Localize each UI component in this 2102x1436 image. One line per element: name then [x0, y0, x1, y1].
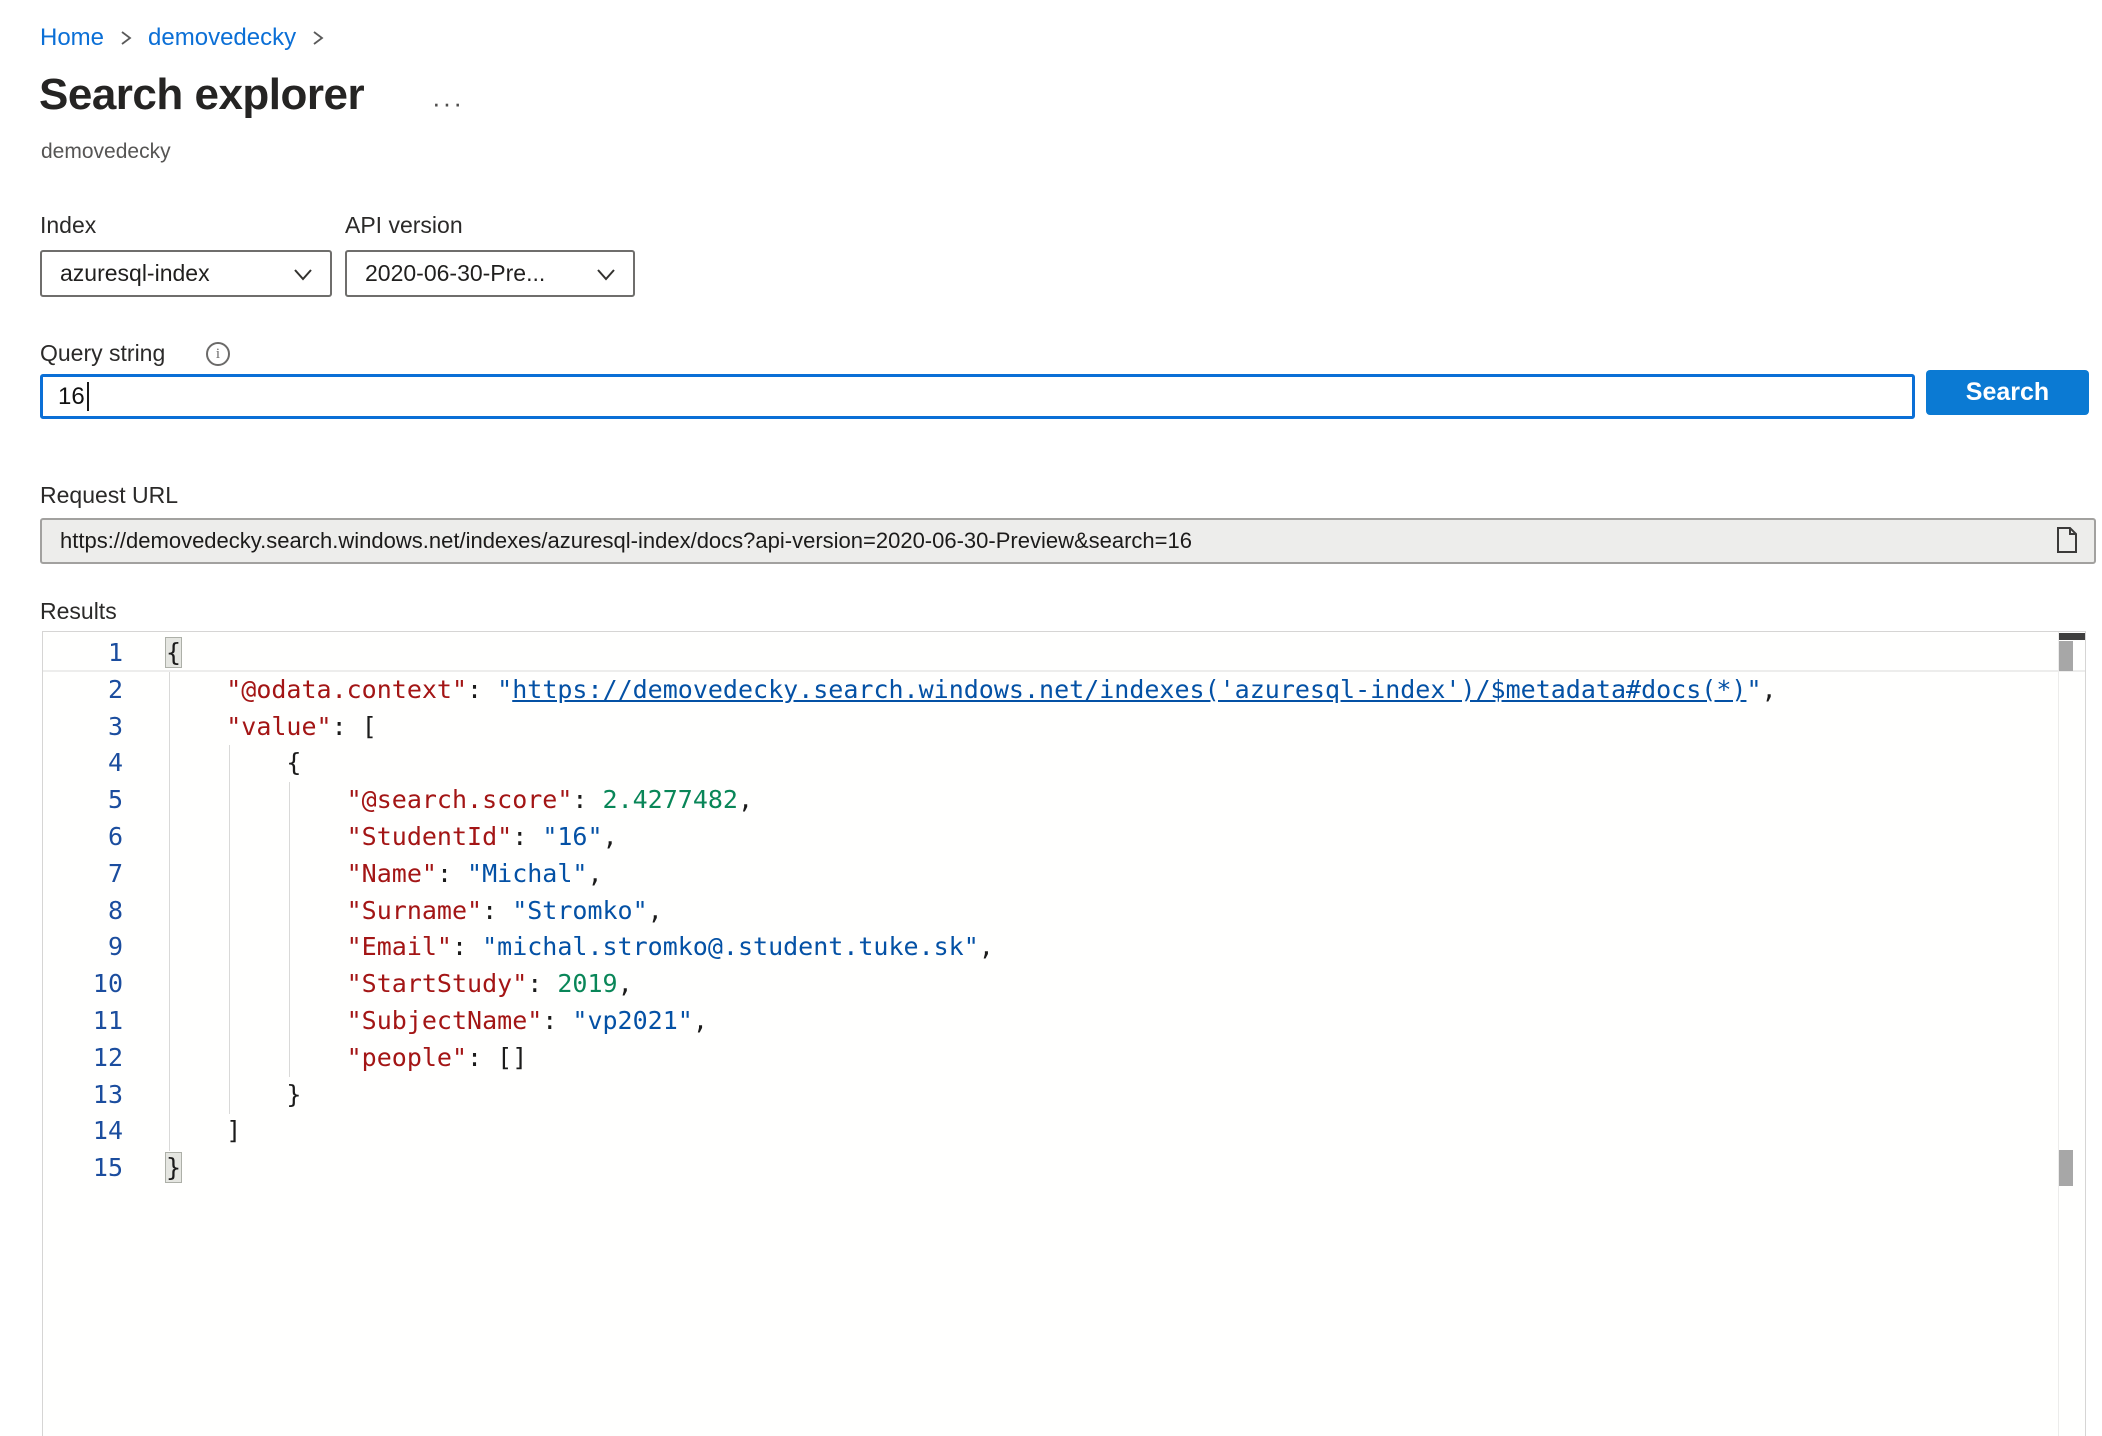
- indent-guide: [289, 782, 290, 1077]
- results-editor-lines: 1{2 "@odata.context": "https://demovedec…: [43, 632, 2085, 1187]
- request-url-label: Request URL: [40, 482, 178, 509]
- line-number: 12: [43, 1040, 123, 1077]
- results-editor[interactable]: 1{2 "@odata.context": "https://demovedec…: [42, 631, 2086, 1436]
- code-text: "people": []: [123, 1040, 527, 1077]
- text-cursor: [87, 382, 89, 411]
- index-select[interactable]: azuresql-index: [40, 250, 332, 297]
- indent-guide: [169, 672, 170, 1151]
- chevron-down-icon: [290, 261, 316, 287]
- query-string-label: Query string: [40, 340, 165, 367]
- code-text: "Email": "michal.stromko@.student.tuke.s…: [123, 929, 994, 966]
- code-line: 12 "people": []: [43, 1040, 2085, 1077]
- query-string-value: 16: [58, 383, 85, 411]
- index-select-value: azuresql-index: [60, 260, 210, 287]
- code-text: "StudentId": "16",: [123, 819, 618, 856]
- code-text: "Surname": "Stromko",: [123, 893, 663, 930]
- code-line: 2 "@odata.context": "https://demovedecky…: [43, 672, 2085, 709]
- code-line: 1{: [43, 635, 2085, 672]
- overview-ruler-bracket-mark: [2059, 641, 2073, 671]
- line-number: 5: [43, 782, 123, 819]
- code-line: 15}: [43, 1150, 2085, 1187]
- overview-ruler-bracket-mark: [2059, 1150, 2073, 1186]
- code-line: 11 "SubjectName": "vp2021",: [43, 1003, 2085, 1040]
- search-explorer-page: Home demovedecky Search explorer ··· dem…: [0, 0, 2102, 1436]
- api-version-select[interactable]: 2020-06-30-Pre...: [345, 250, 635, 297]
- indent-guide: [229, 745, 230, 1114]
- code-line: 8 "Surname": "Stromko",: [43, 893, 2085, 930]
- code-text: }: [123, 1150, 181, 1187]
- line-number: 15: [43, 1150, 123, 1187]
- code-line: 10 "StartStudy": 2019,: [43, 966, 2085, 1003]
- code-line: 13 }: [43, 1077, 2085, 1114]
- line-number: 2: [43, 672, 123, 709]
- code-line: 5 "@search.score": 2.4277482,: [43, 782, 2085, 819]
- line-number: 1: [43, 635, 123, 670]
- code-line: 4 {: [43, 745, 2085, 782]
- chevron-right-icon: [310, 26, 326, 50]
- line-number: 7: [43, 856, 123, 893]
- code-text: ]: [123, 1113, 241, 1150]
- code-line: 14 ]: [43, 1113, 2085, 1150]
- line-number: 13: [43, 1077, 123, 1114]
- overview-ruler-cursor-mark: [2059, 633, 2086, 640]
- query-string-input[interactable]: 16: [40, 374, 1915, 419]
- line-number: 14: [43, 1113, 123, 1150]
- copy-icon[interactable]: [2054, 526, 2080, 556]
- page-subtitle: demovedecky: [41, 140, 171, 164]
- line-number: 9: [43, 929, 123, 966]
- more-menu-button[interactable]: ···: [432, 88, 464, 119]
- results-label: Results: [40, 598, 117, 625]
- code-text: "@search.score": 2.4277482,: [123, 782, 753, 819]
- request-url-field: https://demovedecky.search.windows.net/i…: [40, 518, 2096, 564]
- page-title: Search explorer: [39, 70, 364, 120]
- line-number: 6: [43, 819, 123, 856]
- api-version-select-value: 2020-06-30-Pre...: [365, 260, 545, 287]
- code-text: }: [123, 1077, 301, 1114]
- breadcrumb-demovedecky-link[interactable]: demovedecky: [148, 24, 296, 52]
- code-text: "@odata.context": "https://demovedecky.s…: [123, 672, 1777, 709]
- code-line: 7 "Name": "Michal",: [43, 856, 2085, 893]
- line-number: 11: [43, 1003, 123, 1040]
- code-text: "SubjectName": "vp2021",: [123, 1003, 708, 1040]
- code-text: {: [123, 745, 301, 782]
- line-number: 10: [43, 966, 123, 1003]
- chevron-right-icon: [118, 26, 134, 50]
- code-line: 3 "value": [: [43, 709, 2085, 746]
- index-label: Index: [40, 212, 96, 239]
- chevron-down-icon: [593, 261, 619, 287]
- api-version-label: API version: [345, 212, 463, 239]
- line-number: 8: [43, 893, 123, 930]
- code-text: "StartStudy": 2019,: [123, 966, 633, 1003]
- overview-ruler: [2058, 632, 2059, 1436]
- code-text: "Name": "Michal",: [123, 856, 603, 893]
- code-text: {: [123, 635, 181, 670]
- line-number: 3: [43, 709, 123, 746]
- breadcrumb: Home demovedecky: [40, 24, 326, 52]
- request-url-value: https://demovedecky.search.windows.net/i…: [60, 528, 2054, 554]
- search-button[interactable]: Search: [1926, 370, 2089, 415]
- breadcrumb-home-link[interactable]: Home: [40, 24, 104, 52]
- code-line: 9 "Email": "michal.stromko@.student.tuke…: [43, 929, 2085, 966]
- code-line: 6 "StudentId": "16",: [43, 819, 2085, 856]
- info-icon[interactable]: i: [206, 342, 230, 366]
- line-number: 4: [43, 745, 123, 782]
- code-text: "value": [: [123, 709, 377, 746]
